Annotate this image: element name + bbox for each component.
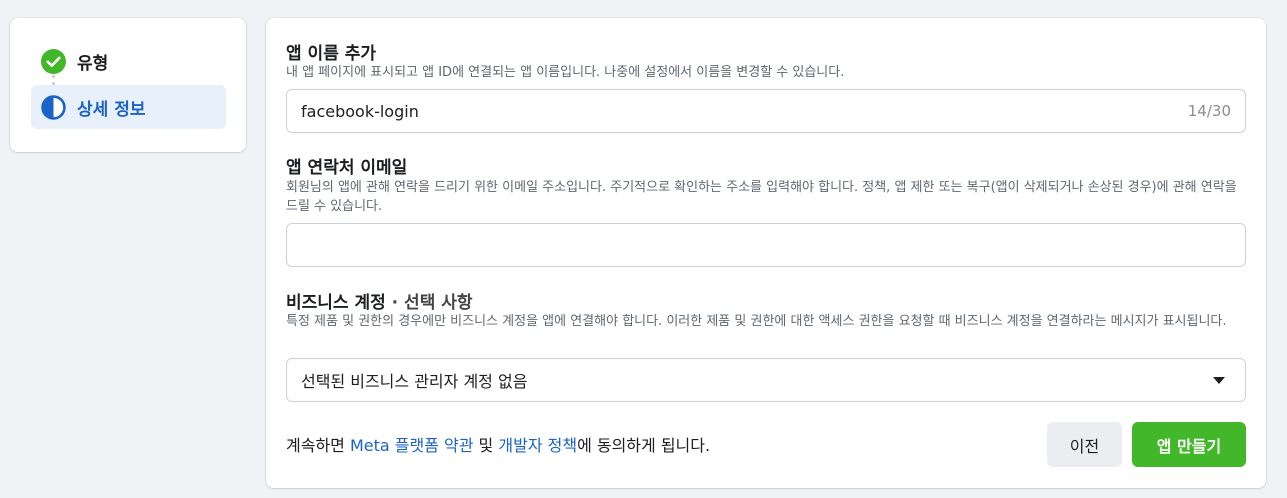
caret-down-icon [1213,376,1225,384]
contact-email-field[interactable] [286,223,1246,267]
half-circle-icon [41,94,66,120]
step-type[interactable]: 유형 [31,39,226,83]
contact-email-description: 회원님의 앱에 관해 연락을 드리기 위한 이메일 주소입니다. 주기적으로 확… [286,180,1237,214]
business-account-title: 비즈니스 계정 · 선택 사항 [286,288,473,313]
step-details[interactable]: 상세 정보 [31,85,226,129]
terms-suffix: 에 동의하게 됩니다. [577,436,711,455]
app-name-title: 앱 이름 추가 [286,44,377,64]
app-name-description: 내 앱 페이지에 표시되고 앱 ID에 연결되는 앱 이름입니다. 나중에 설정… [286,65,845,80]
terms-prefix: 계속하면 [286,436,350,455]
developer-policy-link[interactable]: 개발자 정책 [498,436,577,455]
app-name-field[interactable]: 14/30 [286,89,1246,133]
business-account-select[interactable]: 선택된 비즈니스 관리자 계정 없음 [286,358,1246,402]
step-label: 유형 [77,53,109,74]
business-account-description: 특정 제품 및 권한의 경우에만 비즈니스 계정을 앱에 연결해야 합니다. 이… [286,314,1227,329]
contact-email-title: 앱 연락처 이메일 [286,158,408,178]
platform-terms-link[interactable]: Meta 플랫폼 약관 [350,436,474,455]
steps-panel: 유형 상세 정보 [10,18,246,152]
terms-notice: 계속하면 Meta 플랫폼 약관 및 개발자 정책에 동의하게 됩니다. [286,432,710,456]
app-name-input[interactable] [301,101,1188,121]
details-form: 앱 이름 추가 내 앱 페이지에 표시되고 앱 ID에 연결되는 앱 이름입니다… [266,18,1266,488]
step-label: 상세 정보 [77,99,146,120]
selected-business-account: 선택된 비즈니스 관리자 계정 없음 [301,372,528,391]
char-counter: 14/30 [1187,102,1231,120]
previous-button[interactable]: 이전 [1047,422,1122,467]
terms-and: 및 [473,436,499,455]
contact-email-input[interactable] [301,235,1231,255]
check-circle-icon [41,48,66,74]
business-account-label: 비즈니스 계정 [286,293,386,313]
optional-label: · 선택 사항 [385,293,473,313]
create-app-button[interactable]: 앱 만들기 [1132,422,1246,467]
